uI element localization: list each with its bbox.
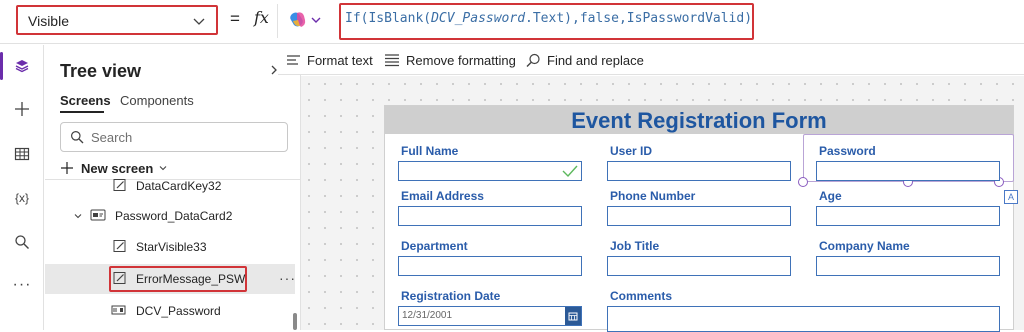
search-icon — [526, 53, 540, 67]
active-tab-underline — [60, 111, 104, 113]
email-input[interactable] — [398, 206, 582, 226]
age-label: Age — [819, 189, 842, 203]
remove-formatting-label: Remove formatting — [406, 52, 516, 68]
tree-search-input[interactable] — [91, 128, 281, 146]
layers-icon — [15, 60, 29, 73]
comments-label: Comments — [610, 289, 673, 303]
plus-icon — [15, 102, 29, 116]
reg-date-picker[interactable]: 12/31/2001 — [398, 306, 582, 326]
age-input[interactable] — [816, 206, 1000, 226]
remove-format-icon — [385, 54, 399, 67]
tree-item[interactable]: DCV_Password — [45, 296, 295, 326]
chevron-down-icon — [73, 210, 83, 224]
job-title-input[interactable] — [607, 256, 791, 276]
insert-button[interactable] — [0, 91, 44, 127]
user-id-input[interactable] — [607, 161, 791, 181]
form-header: Event Registration Form — [385, 106, 1013, 134]
tree-view-button[interactable] — [0, 48, 44, 84]
department-label: Department — [401, 239, 468, 253]
variables-button[interactable]: {x} — [0, 180, 44, 216]
remove-formatting-button[interactable]: Remove formatting — [384, 51, 516, 69]
property-dropdown[interactable]: Visible — [16, 5, 218, 35]
password-label: Password — [819, 144, 876, 158]
formula-input[interactable]: If(IsBlank(DCV_Password.Text),false,IsPa… — [339, 3, 754, 40]
resize-handle[interactable] — [798, 177, 808, 187]
variables-icon: {x} — [14, 191, 29, 205]
user-id-label: User ID — [610, 144, 653, 158]
chevron-down-icon — [192, 14, 206, 33]
formula-ispasswordvalid: IsPasswordValid) — [626, 11, 753, 26]
job-title-label: Job Title — [610, 239, 660, 253]
copilot-button[interactable] — [288, 10, 328, 30]
full-name-label: Full Name — [401, 144, 459, 158]
tree-item-label: DataCardKey32 — [136, 179, 222, 193]
equals-sign: = — [230, 9, 240, 28]
label-edit-icon — [113, 271, 127, 288]
fx-icon: fx — [254, 8, 269, 27]
reg-date-label: Registration Date — [401, 289, 501, 303]
find-replace-button[interactable]: Find and replace — [526, 51, 644, 69]
tree-item-label: StarVisible33 — [136, 240, 207, 254]
label-edit-icon — [113, 178, 127, 195]
tree-item-label: DCV_Password — [136, 304, 221, 318]
more-button[interactable]: ··· — [0, 267, 44, 303]
scrollbar[interactable] — [293, 313, 297, 330]
left-rail: {x} ··· — [0, 45, 44, 330]
tree-item-label: Password_DataCard2 — [115, 209, 233, 223]
tree-item[interactable]: DataCardKey32 — [45, 171, 295, 201]
email-label: Email Address — [401, 189, 484, 203]
table-icon — [14, 147, 30, 161]
calendar-icon[interactable] — [565, 307, 581, 325]
formula-text: If(IsBlank(DCV_Password.Text),false,IsPa… — [345, 11, 752, 26]
department-input[interactable] — [398, 256, 582, 276]
company-label: Company Name — [819, 239, 910, 253]
tree-item-label: ErrorMessage_PSW — [136, 272, 246, 286]
date-value: 12/31/2001 — [402, 310, 453, 321]
format-lines-icon — [287, 55, 300, 65]
search-rail-button[interactable] — [0, 224, 44, 260]
phone-label: Phone Number — [610, 189, 696, 203]
copilot-icon — [290, 12, 321, 27]
tree-item[interactable]: Password_DataCard2 — [45, 201, 295, 231]
format-text-label: Format text — [307, 52, 373, 68]
panel-title: Tree view — [60, 61, 142, 81]
tree-search-box — [60, 122, 288, 152]
formula-control-ref: DCV_Password — [431, 11, 526, 26]
text-format-badge[interactable]: A — [1004, 190, 1018, 204]
tree-item[interactable]: StarVisible33 — [45, 232, 295, 262]
format-text-button[interactable]: Format text — [286, 51, 373, 69]
textinput-icon — [111, 303, 127, 320]
formula-false: false — [579, 11, 619, 26]
tree-item-selected[interactable]: ErrorMessage_PSW ··· — [45, 264, 295, 294]
formula-isblank: IsBlank( — [368, 11, 432, 26]
formula-sep: , — [618, 11, 627, 26]
formula-bar: Visible = fx If(IsBlank(DCV_Password.Tex… — [0, 0, 1024, 44]
tree-view-panel: Tree view Screens Components New screen … — [45, 45, 301, 330]
company-input[interactable] — [816, 256, 1000, 276]
comments-input[interactable] — [607, 306, 1000, 332]
card-icon — [90, 208, 106, 225]
password-input[interactable] — [816, 161, 1000, 181]
formula-if: If( — [345, 11, 369, 26]
data-button[interactable] — [0, 136, 44, 172]
property-value: Visible — [28, 13, 69, 29]
search-icon — [70, 130, 84, 149]
phone-input[interactable] — [607, 206, 791, 226]
full-name-input[interactable] — [398, 161, 582, 181]
more-options-button[interactable]: ··· — [279, 270, 296, 286]
text-toolbar: Format text Remove formatting Find and r… — [278, 45, 1024, 75]
divider — [277, 4, 278, 38]
label-edit-icon — [113, 239, 127, 256]
more-icon: ··· — [12, 276, 32, 293]
registration-form: Event Registration Form Full Name User I… — [384, 105, 1014, 332]
form-title: Event Registration Form — [571, 108, 827, 133]
find-replace-label: Find and replace — [547, 52, 644, 68]
formula-text-prop: .Text), — [525, 11, 580, 26]
search-icon — [15, 235, 29, 249]
tab-components[interactable]: Components — [120, 93, 194, 108]
checkmark-icon — [561, 163, 579, 184]
tab-screens[interactable]: Screens — [60, 93, 111, 108]
